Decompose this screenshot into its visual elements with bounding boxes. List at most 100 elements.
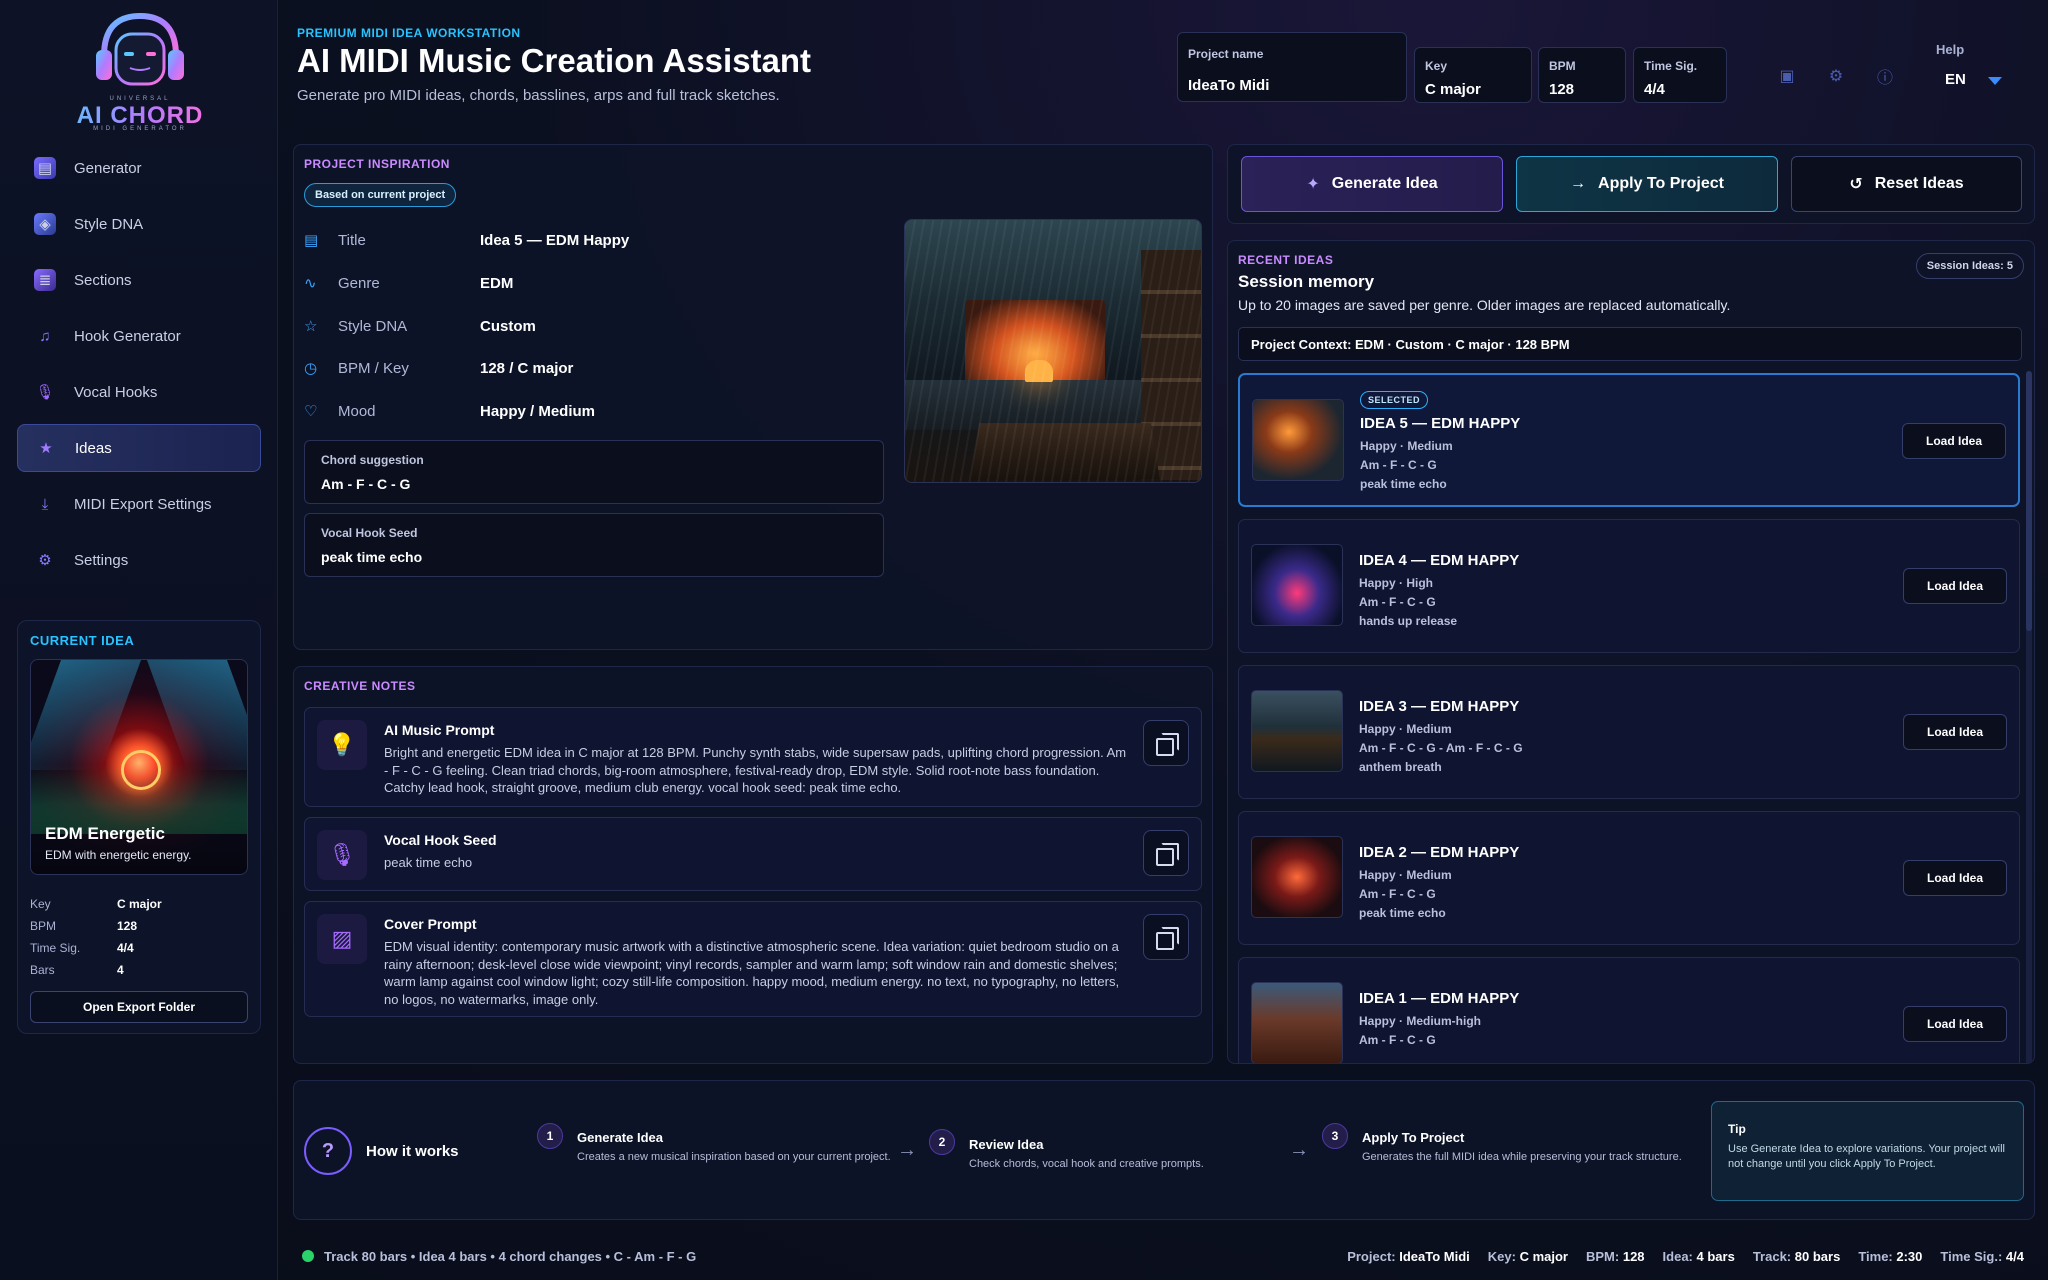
idea-hook: peak time echo bbox=[1359, 906, 1446, 920]
idea-thumbnail bbox=[1252, 399, 1344, 481]
idea-title: IDEA 5 — EDM HAPPY bbox=[1360, 415, 1521, 432]
app-root: UNIVERSAL AI CHORD MIDI GENERATOR ▤ Gene… bbox=[0, 0, 2048, 1280]
sidebar-item-generator[interactable]: ▤ Generator bbox=[17, 144, 261, 192]
info-icon[interactable]: ⓘ bbox=[1875, 66, 1895, 87]
generate-idea-button[interactable]: ✦ Generate Idea bbox=[1241, 156, 1503, 212]
row-key: Title bbox=[338, 231, 366, 249]
status-dot-icon bbox=[302, 1250, 314, 1262]
idea-chords: Am - F - C - G bbox=[1360, 458, 1437, 472]
idea-mood: Happy · Medium bbox=[1360, 439, 1453, 453]
recent-ideas-scrollbar[interactable] bbox=[2026, 371, 2032, 1063]
step-title: Generate Idea bbox=[577, 1130, 663, 1145]
load-idea-button[interactable]: Load Idea bbox=[1903, 568, 2007, 604]
reset-ideas-button[interactable]: ↺ Reset Ideas bbox=[1791, 156, 2022, 212]
bpm-field[interactable]: BPM 128 bbox=[1538, 47, 1626, 103]
status-bar: Track 80 bars • Idea 4 bars • 4 chord ch… bbox=[278, 1232, 2048, 1280]
time-signature-value: 4/4 bbox=[1644, 81, 1665, 98]
sidebar-item-vocal-hooks[interactable]: 🎙 Vocal Hooks bbox=[17, 368, 261, 416]
step-description: Creates a new musical inspiration based … bbox=[577, 1151, 891, 1163]
apply-to-project-button[interactable]: → Apply To Project bbox=[1516, 156, 1778, 212]
copy-button[interactable] bbox=[1143, 830, 1189, 876]
idea-card-4[interactable]: IDEA 4 — EDM HAPPY Happy · High Am - F -… bbox=[1238, 519, 2020, 653]
vocal-hook-seed-label: Vocal Hook Seed bbox=[321, 526, 418, 540]
step-description: Check chords, vocal hook and creative pr… bbox=[969, 1158, 1204, 1170]
folder-icon[interactable]: ▣ bbox=[1777, 66, 1797, 86]
sidebar-nav: ▤ Generator ◈ Style DNA ≣ Sections ♫ Hoo… bbox=[17, 144, 261, 592]
cube-icon: ◈ bbox=[34, 213, 56, 235]
page-subtitle: Generate pro MIDI ideas, chords, basslin… bbox=[297, 87, 780, 104]
chord-suggestion-field[interactable]: Chord suggestion Am - F - C - G bbox=[304, 440, 884, 504]
idea-thumbnail bbox=[1251, 544, 1343, 626]
status-value: 128 bbox=[1622, 1248, 1645, 1264]
wave-icon: ∿ bbox=[304, 275, 317, 292]
tip-body: Use Generate Idea to explore variations.… bbox=[1728, 1143, 2005, 1170]
language-select[interactable]: EN bbox=[1945, 71, 1966, 88]
sidebar-item-sections[interactable]: ≣ Sections bbox=[17, 256, 261, 304]
load-idea-button[interactable]: Load Idea bbox=[1903, 1006, 2007, 1042]
time-signature-field[interactable]: Time Sig. 4/4 bbox=[1633, 47, 1727, 103]
sidebar-item-midi-export-settings[interactable]: ⤓ MIDI Export Settings bbox=[17, 480, 261, 528]
step-number-2: 2 bbox=[929, 1129, 955, 1155]
sidebar-item-label: Hook Generator bbox=[74, 327, 181, 345]
sidebar-item-label: Generator bbox=[74, 159, 142, 177]
project-name-field[interactable]: Project name IdeaTo Midi bbox=[1177, 32, 1407, 102]
sidebar-item-settings[interactable]: ⚙ Settings bbox=[17, 536, 261, 584]
status-project: Project: IdeaTo Midi bbox=[1347, 1249, 1470, 1264]
load-idea-button[interactable]: Load Idea bbox=[1903, 714, 2007, 750]
step-description: Generates the full MIDI idea while prese… bbox=[1362, 1151, 1682, 1163]
reset-ideas-label: Reset Ideas bbox=[1874, 175, 1964, 192]
tip-box: Tip Use Generate Idea to explore variati… bbox=[1711, 1101, 2024, 1201]
idea-card-3[interactable]: IDEA 3 — EDM HAPPY Happy · Medium Am - F… bbox=[1238, 665, 2020, 799]
load-idea-button[interactable]: Load Idea bbox=[1903, 860, 2007, 896]
sidebar-item-hook-generator[interactable]: ♫ Hook Generator bbox=[17, 312, 261, 360]
idea-card-2[interactable]: IDEA 2 — EDM HAPPY Happy · Medium Am - F… bbox=[1238, 811, 2020, 945]
idea-chords: Am - F - C - G bbox=[1359, 1033, 1436, 1047]
prop-row: Bars 4 bbox=[30, 959, 248, 981]
page-title: AI MIDI Music Creation Assistant bbox=[297, 42, 812, 79]
prop-value: 4/4 bbox=[117, 941, 134, 955]
download-icon: ⤓ bbox=[41, 495, 49, 513]
status-time: Time: 2:30 bbox=[1858, 1249, 1922, 1264]
idea-chords: Am - F - C - G bbox=[1359, 595, 1436, 609]
open-export-folder-button[interactable]: Open Export Folder bbox=[30, 991, 248, 1023]
sidebar-item-label: Ideas bbox=[75, 439, 112, 457]
idea-card-1[interactable]: IDEA 1 — EDM HAPPY Happy · Medium-high A… bbox=[1238, 957, 2020, 1063]
status-value: 2:30 bbox=[1896, 1248, 1923, 1264]
bpm-value: 128 bbox=[1549, 81, 1575, 98]
header-kicker: PREMIUM MIDI IDEA WORKSTATION bbox=[297, 26, 521, 40]
key-value: C major bbox=[1425, 81, 1481, 98]
load-idea-button[interactable]: Load Idea bbox=[1902, 423, 2006, 459]
question-icon: ? bbox=[304, 1127, 352, 1175]
status-details: Project: IdeaTo Midi Key: C major BPM: 1… bbox=[1347, 1249, 2024, 1264]
gear-icon: ⚙ bbox=[38, 552, 52, 569]
note-cover-prompt: ▨ Cover Prompt EDM visual identity: cont… bbox=[304, 901, 1202, 1017]
idea-title: IDEA 4 — EDM HAPPY bbox=[1359, 552, 1520, 569]
row-value: EDM bbox=[480, 274, 514, 292]
sidebar-item-label: Style DNA bbox=[74, 215, 144, 233]
brand-line3: MIDI GENERATOR bbox=[93, 126, 187, 132]
vocal-hook-seed-field[interactable]: Vocal Hook Seed peak time echo bbox=[304, 513, 884, 577]
idea-thumbnail bbox=[1251, 836, 1343, 918]
help-label: Help bbox=[1936, 42, 1965, 57]
step-title: Review Idea bbox=[969, 1137, 1044, 1152]
idea-mood: Happy · High bbox=[1359, 576, 1433, 590]
arrow-right-icon: → bbox=[1289, 1139, 1309, 1161]
status-label: BPM: bbox=[1586, 1248, 1620, 1264]
prop-key: Time Sig. bbox=[30, 941, 81, 955]
chevron-down-icon[interactable] bbox=[1988, 77, 2002, 85]
status-track: Track: 80 bars bbox=[1753, 1249, 1840, 1264]
copy-button[interactable] bbox=[1143, 720, 1189, 766]
sidebar-item-ideas[interactable]: ★ Ideas bbox=[17, 424, 261, 472]
gear-icon[interactable]: ⚙ bbox=[1826, 66, 1846, 86]
copy-icon bbox=[1156, 733, 1179, 756]
robot-headphones-icon bbox=[96, 12, 184, 86]
heart-icon: ♡ bbox=[304, 403, 318, 420]
copy-button[interactable] bbox=[1143, 914, 1189, 960]
note-title: AI Music Prompt bbox=[384, 722, 495, 738]
scrollbar-thumb[interactable] bbox=[2026, 371, 2032, 631]
key-field[interactable]: Key C major bbox=[1414, 47, 1532, 103]
sidebar-item-style-dna[interactable]: ◈ Style DNA bbox=[17, 200, 261, 248]
row-key: BPM / Key bbox=[338, 359, 409, 377]
idea-card-5[interactable]: SELECTED IDEA 5 — EDM HAPPY Happy · Medi… bbox=[1238, 373, 2020, 507]
session-memory-title: Session memory bbox=[1238, 272, 1375, 291]
